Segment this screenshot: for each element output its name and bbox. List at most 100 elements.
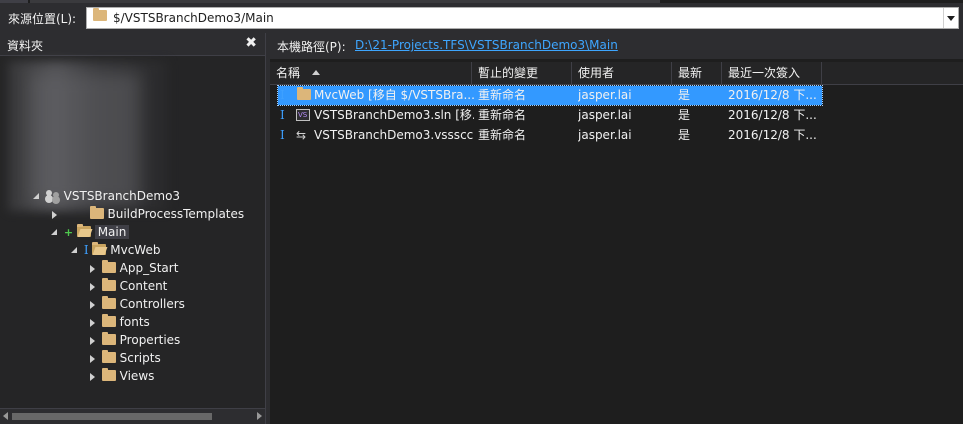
collapsed-arrow-icon[interactable]	[88, 313, 98, 331]
file-row[interactable]: I ⇆ VSTSBranchDemo3.vssscc ... 重新命名 jasp…	[278, 126, 822, 145]
tree-item-label: Views	[119, 369, 155, 383]
column-header-last-checkin[interactable]: 最近一次簽入	[722, 62, 822, 84]
scrollbar-thumb[interactable]	[12, 413, 212, 420]
folder-icon	[101, 332, 116, 345]
horizontal-scrollbar[interactable]	[0, 408, 265, 424]
file-list-header: 名稱 暫止的變更 使用者 最新 最近一次簽入	[270, 62, 963, 85]
dropdown-arrow-icon[interactable]	[943, 8, 958, 28]
expanded-arrow-icon[interactable]	[32, 187, 42, 205]
open-folder-icon	[76, 224, 91, 237]
solution-file-icon	[296, 106, 310, 125]
column-header-name[interactable]: 名稱	[270, 62, 472, 84]
file-name: VSTSBranchDemo3.vssscc ...	[314, 128, 474, 142]
folder-icon	[89, 206, 104, 219]
tree-item-label: BuildProcessTemplates	[107, 207, 245, 221]
folder-icon	[297, 86, 311, 105]
close-icon[interactable]: ✖	[245, 35, 257, 51]
tree-item-build-process-templates[interactable]: BuildProcessTemplates	[50, 205, 244, 223]
tree-item-label: Properties	[119, 333, 181, 347]
latest: 是	[678, 88, 691, 102]
user: jasper.lai	[578, 128, 632, 142]
tree-item-main[interactable]: + Main	[50, 223, 130, 241]
column-header-label: 最近一次簽入	[728, 66, 801, 80]
folder-icon	[101, 314, 116, 327]
tree-item-controllers[interactable]: Controllers	[88, 295, 185, 313]
tree-item-app-start[interactable]: App_Start	[88, 259, 178, 277]
column-header-label: 名稱	[276, 66, 301, 80]
team-project-icon	[45, 189, 60, 202]
tree-item-label: MvcWeb	[110, 243, 161, 257]
folder-icon	[101, 296, 116, 309]
last-checkin: 2016/12/8 下...	[728, 108, 817, 122]
local-path-link[interactable]: D:\21-Projects.TFS\VSTSBranchDemo3\Main	[355, 38, 618, 52]
column-header-pending-change[interactable]: 暫止的變更	[472, 62, 572, 84]
folder-icon	[93, 8, 107, 21]
source-location-label: 來源位置(L):	[8, 12, 77, 26]
local-path-label: 本機路徑(P):	[277, 40, 346, 54]
tree-item-label: VSTSBranchDemo3	[63, 189, 181, 203]
open-folder-icon	[92, 242, 107, 255]
pending-change: 重新命名	[478, 108, 527, 122]
tree-item-label: Scripts	[119, 351, 161, 365]
tree-item-fonts[interactable]: fonts	[88, 313, 150, 331]
latest: 是	[678, 128, 691, 142]
user: jasper.lai	[578, 108, 632, 122]
local-path-bar: 本機路徑(P): D:\21-Projects.TFS\VSTSBranchDe…	[270, 33, 963, 59]
expanded-arrow-icon[interactable]	[70, 241, 80, 259]
collapsed-arrow-icon[interactable]	[88, 259, 98, 277]
pending-rename-icon: I	[83, 243, 89, 257]
latest: 是	[678, 108, 691, 122]
collapsed-arrow-icon[interactable]	[88, 349, 98, 367]
folder-icon	[101, 350, 116, 363]
collapsed-arrow-icon[interactable]	[50, 205, 60, 223]
tree-item-views[interactable]: Views	[88, 367, 154, 385]
file-list-pane: 本機路徑(P): D:\21-Projects.TFS\VSTSBranchDe…	[270, 33, 963, 424]
column-header-user[interactable]: 使用者	[572, 62, 672, 84]
folders-panel-title: 資料夾	[7, 39, 44, 53]
scroll-left-icon[interactable]	[3, 412, 8, 420]
tree-item-content[interactable]: Content	[88, 277, 167, 295]
source-control-file-icon: ⇆	[296, 128, 307, 142]
column-header-latest[interactable]: 最新	[672, 62, 722, 84]
column-header-label: 最新	[678, 66, 703, 80]
scroll-right-icon[interactable]	[257, 412, 262, 420]
folder-icon	[101, 278, 116, 291]
tree-item-label: App_Start	[119, 261, 179, 275]
column-header-label: 使用者	[578, 66, 615, 80]
folders-panel-header: 資料夾 ✖	[0, 33, 265, 56]
pending-rename-icon: I	[280, 108, 285, 122]
pending-change: 重新命名	[478, 88, 527, 102]
file-name: MvcWeb [移自 $/VSTSBra...	[314, 88, 474, 102]
expanded-arrow-icon[interactable]	[50, 223, 60, 241]
pending-rename-icon: I	[280, 88, 285, 102]
folder-icon	[101, 260, 116, 273]
user: jasper.lai	[578, 88, 632, 102]
file-row[interactable]: I VSTSBranchDemo3.sln [移... 重新命名 jasper.…	[278, 106, 822, 125]
tree-item-team-project[interactable]: VSTSBranchDemo3	[32, 187, 180, 205]
file-name: VSTSBranchDemo3.sln [移...	[314, 108, 474, 122]
file-row[interactable]: I MvcWeb [移自 $/VSTSBra... 重新命名 jasper.la…	[277, 85, 823, 106]
tree-item-label: Main	[94, 225, 130, 239]
folders-panel: 資料夾 ✖ VSTSBranchDemo3 BuildProcessTempla…	[0, 33, 266, 424]
collapsed-arrow-icon[interactable]	[88, 295, 98, 313]
folder-icon	[101, 368, 116, 381]
pending-rename-icon: I	[280, 128, 285, 142]
tree-item-label: Content	[119, 279, 168, 293]
source-location-combobox[interactable]: $/VSTSBranchDemo3/Main	[86, 7, 959, 29]
collapsed-arrow-icon[interactable]	[88, 277, 98, 295]
tree-item-label: fonts	[119, 315, 150, 329]
sort-ascending-icon	[311, 70, 320, 75]
last-checkin: 2016/12/8 下...	[728, 128, 817, 142]
tree-item-label: Controllers	[119, 297, 185, 311]
blurred-tree-region	[30, 73, 140, 203]
column-header-label: 暫止的變更	[478, 66, 539, 80]
tree-item-scripts[interactable]: Scripts	[88, 349, 161, 367]
last-checkin: 2016/12/8 下...	[728, 88, 817, 102]
source-location-bar: 來源位置(L): $/VSTSBranchDemo3/Main	[0, 3, 963, 31]
collapsed-arrow-icon[interactable]	[88, 331, 98, 349]
source-location-value: $/VSTSBranchDemo3/Main	[113, 11, 274, 25]
pending-change: 重新命名	[478, 128, 527, 142]
tree-item-properties[interactable]: Properties	[88, 331, 180, 349]
collapsed-arrow-icon[interactable]	[88, 367, 98, 385]
tree-item-mvcweb[interactable]: I MvcWeb	[70, 241, 160, 259]
